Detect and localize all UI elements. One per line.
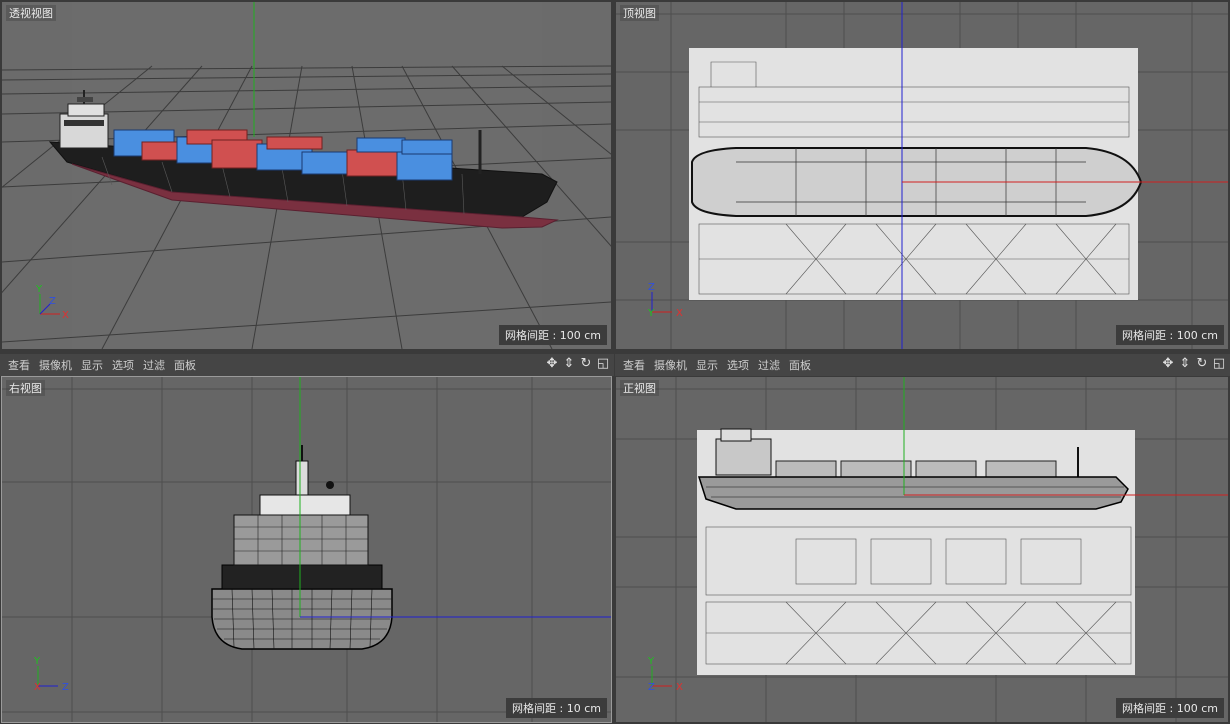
grid-spacing-readout: 网格间距 : 10 cm (506, 698, 607, 718)
grid-spacing-readout: 网格间距 : 100 cm (499, 325, 607, 345)
menu-view[interactable]: 查看 (8, 357, 30, 373)
rotate-view-icon[interactable]: ↻ (1195, 356, 1209, 372)
right-viewport[interactable]: Y Z X 右视图 网格间距 : 10 cm (1, 376, 612, 723)
menu-options[interactable]: 选项 (727, 357, 749, 373)
grid-spacing-readout: 网格间距 : 100 cm (1116, 325, 1224, 345)
menu-view[interactable]: 查看 (623, 357, 645, 373)
menu-filter[interactable]: 过滤 (758, 357, 780, 373)
right-view-menubar: 查看 摄像机 显示 选项 过滤 面板 ✥ ⇕ ↻ ◱ (0, 354, 614, 376)
menu-panel[interactable]: 面板 (789, 357, 811, 373)
ship-stern-wireframe (211, 445, 393, 650)
axis-y-label: Y (33, 656, 41, 667)
top-viewport[interactable]: Z X Y 顶视图 网格间距 : 100 cm (616, 2, 1228, 349)
axis-z-label: Z (62, 682, 69, 693)
rotate-view-icon[interactable]: ↻ (579, 356, 593, 372)
viewport-label: 右视图 (6, 380, 45, 396)
menu-camera[interactable]: 摄像机 (654, 357, 687, 373)
axis-x-label: X (62, 310, 69, 321)
axis-gizmo: Y Z X (33, 656, 69, 693)
maximize-view-icon[interactable]: ◱ (1212, 356, 1226, 372)
axis-x-label: X (676, 682, 683, 693)
right-view-scene: Y Z X (2, 377, 611, 722)
axis-x-label: X (676, 308, 683, 319)
front-view-scene: Y X Z (616, 377, 1228, 722)
perspective-scene: Y X Z (2, 2, 611, 349)
axis-x-label: X (34, 682, 41, 693)
axis-z-label: Z (648, 282, 655, 293)
axis-y-label: Y (647, 656, 655, 667)
viewport-label: 顶视图 (620, 5, 659, 21)
move-view-icon[interactable]: ✥ (545, 356, 559, 372)
menu-display[interactable]: 显示 (81, 357, 103, 373)
axis-z-label: Z (49, 296, 56, 307)
viewport-label: 正视图 (620, 380, 659, 396)
axis-z-label: Z (648, 682, 655, 693)
menu-camera[interactable]: 摄像机 (39, 357, 72, 373)
move-view-icon[interactable]: ✥ (1161, 356, 1175, 372)
menu-options[interactable]: 选项 (112, 357, 134, 373)
grid-spacing-readout: 网格间距 : 100 cm (1116, 698, 1224, 718)
axis-gizmo: Y X Z (647, 656, 683, 693)
axis-y-label: Y (35, 284, 43, 295)
menu-display[interactable]: 显示 (696, 357, 718, 373)
zoom-view-icon[interactable]: ⇕ (1178, 356, 1192, 372)
front-view-menubar: 查看 摄像机 显示 选项 过滤 面板 ✥ ⇕ ↻ ◱ (615, 354, 1230, 376)
top-view-scene: Z X Y (616, 2, 1228, 349)
menu-panel[interactable]: 面板 (174, 357, 196, 373)
zoom-view-icon[interactable]: ⇕ (562, 356, 576, 372)
viewport-label: 透视视图 (6, 5, 56, 21)
maximize-view-icon[interactable]: ◱ (596, 356, 610, 372)
axis-y-label: Y (647, 308, 655, 319)
menu-filter[interactable]: 过滤 (143, 357, 165, 373)
perspective-viewport[interactable]: Y X Z 透视视图 网格间距 : 100 cm (2, 2, 611, 349)
front-viewport[interactable]: Y X Z 正视图 网格间距 : 100 cm (616, 377, 1228, 722)
